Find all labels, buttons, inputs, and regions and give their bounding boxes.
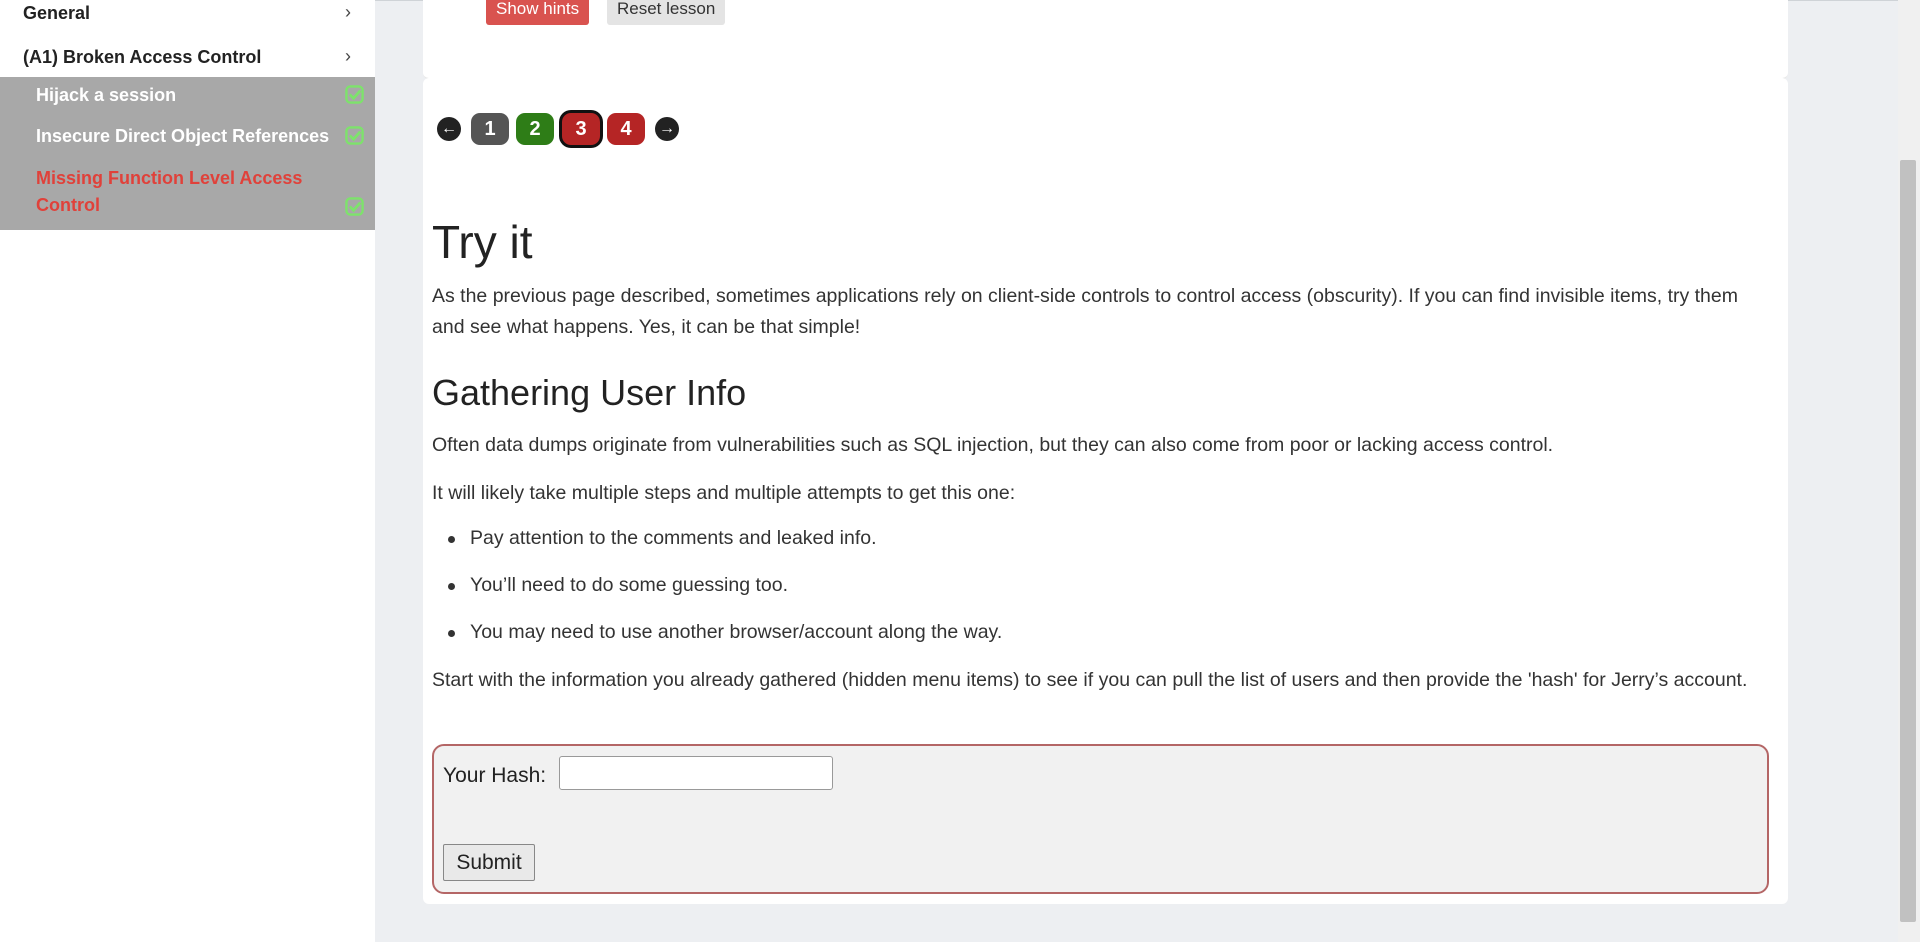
lesson-idor[interactable]: Insecure Direct Object References [36,123,329,150]
scrollbar-thumb[interactable] [1900,160,1916,922]
check-square-icon [345,197,364,216]
paragraph-data-dumps: Often data dumps originate from vulnerab… [432,434,1554,456]
hash-input[interactable] [559,756,833,790]
page-4-button[interactable]: 4 [607,113,645,145]
show-hints-button[interactable]: Show hints [486,0,590,25]
hash-label: Your Hash: [443,764,547,787]
check-square-icon [345,126,364,145]
arrow-right-icon[interactable]: → [655,117,679,141]
hash-form: Your Hash: Submit [432,744,1769,894]
lesson-label-line2: Control [36,195,100,215]
submit-button[interactable]: Submit [443,844,535,881]
list-item: You’ll need to do some guessing too. [447,574,789,596]
lesson-label-line1: Missing Function Level Access [36,168,303,188]
paragraph-instructions: Start with the information you already g… [432,669,1748,691]
list-item: Pay attention to the comments and leaked… [448,527,877,549]
page-title: Try it [432,216,533,268]
paragraph-steps: It will likely take multiple steps and m… [432,482,1016,504]
lesson-toolbar-card: Show hints Reset lesson [423,0,1788,79]
page-2-button[interactable]: 2 [516,113,554,145]
lesson-sidebar: General › (A1) Broken Access Control › H… [0,0,375,942]
intro-paragraph: As the previous page described, sometime… [432,285,1738,338]
lesson-hijack-session[interactable]: Hijack a session [36,82,176,109]
category-broken-access-control[interactable]: (A1) Broken Access Control › [0,39,375,77]
page-1-button[interactable]: 1 [471,113,509,145]
page-3-button[interactable]: 3 [562,113,600,145]
category-general-label: General [23,3,91,23]
lesson-main: Show hints Reset lesson ← 1 2 3 4 → Try … [375,0,1895,942]
page-scrollbar[interactable] [1898,0,1920,942]
reset-lesson-button[interactable]: Reset lesson [607,0,726,25]
lesson-list: Hijack a session Insecure Direct Object … [0,77,375,230]
lesson-missing-function-level-access-control[interactable]: Missing Function Level Access Control [36,165,302,219]
category-broken-access-control-label: (A1) Broken Access Control [23,47,262,67]
section-heading: Gathering User Info [432,372,747,413]
list-item: You may need to use another browser/acco… [447,621,1003,643]
check-square-icon [345,85,364,104]
chevron-right-icon: › [345,2,351,22]
arrow-left-icon[interactable]: ← [437,117,461,141]
category-general[interactable]: General › [0,0,375,33]
chevron-right-icon: › [345,46,351,66]
